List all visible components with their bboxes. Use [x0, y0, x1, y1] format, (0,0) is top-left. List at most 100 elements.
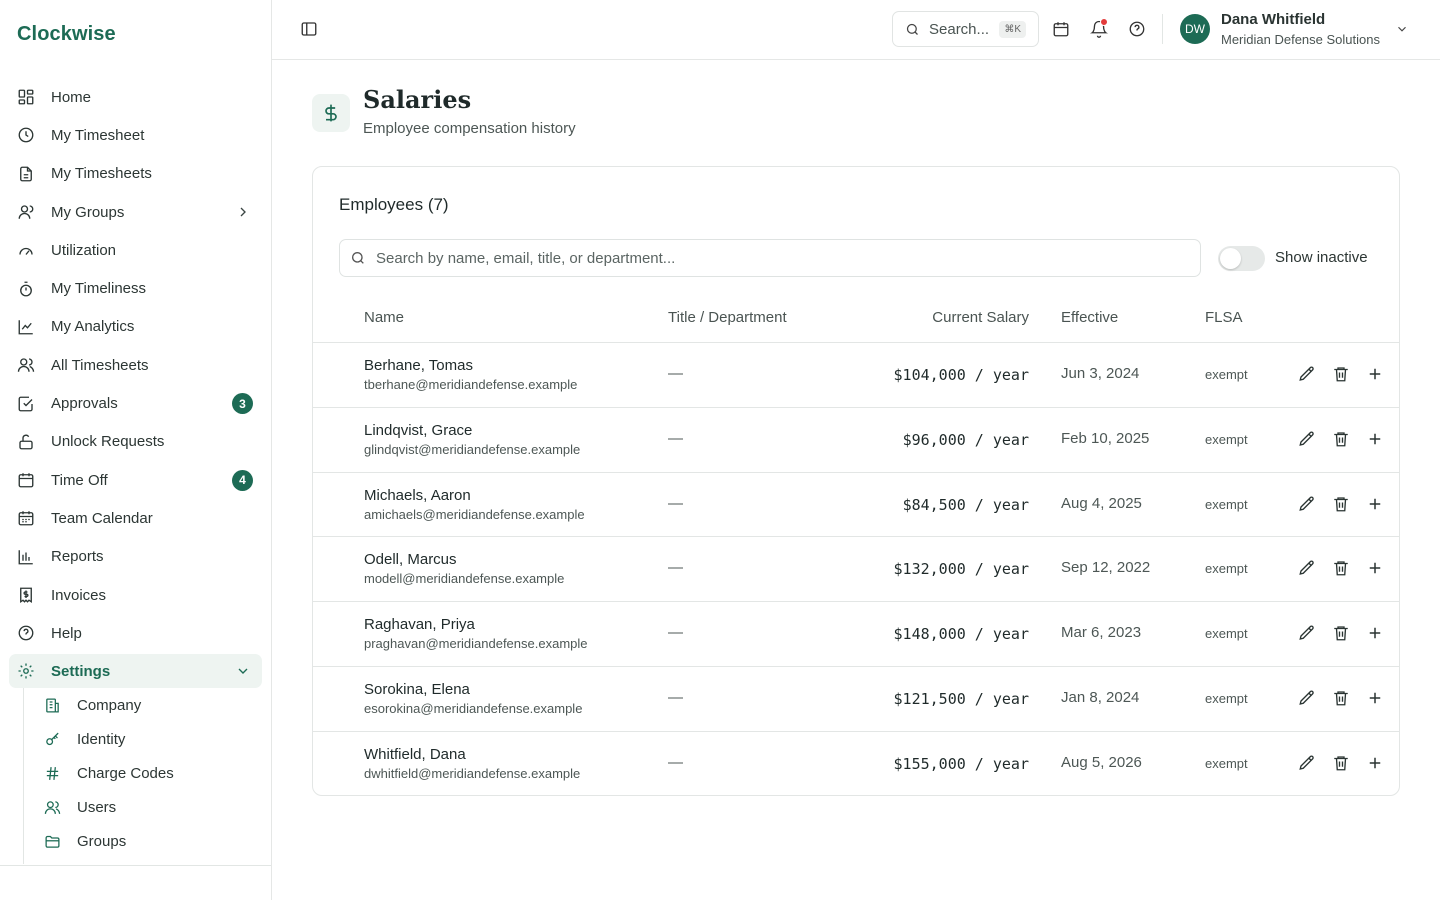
- sidebar-item-home[interactable]: Home: [0, 78, 271, 116]
- trash-icon[interactable]: [1332, 430, 1350, 448]
- sidebar-subitem-identity[interactable]: Identity: [24, 722, 272, 756]
- sidebar-item-my-timeliness[interactable]: My Timeliness: [0, 269, 271, 307]
- plus-icon[interactable]: [1366, 430, 1384, 448]
- stopwatch-icon: [20, 281, 32, 297]
- trash-icon[interactable]: [1332, 754, 1350, 772]
- sidebar-item-my-analytics[interactable]: My Analytics: [0, 308, 271, 346]
- employee-cell: Whitfield, Dana dwhitfield@meridiandefens…: [364, 746, 580, 781]
- employee-search-input[interactable]: [376, 249, 1176, 267]
- employee-flsa: exempt: [1205, 626, 1248, 642]
- global-search[interactable]: Search... ⌘K: [892, 11, 1039, 47]
- gauge-icon: [19, 248, 33, 256]
- employee-cell: Odell, Marcus modell@meridiandefense.exam…: [364, 551, 564, 586]
- user-icon: [18, 205, 34, 219]
- table-row[interactable]: Whitfield, Dana dwhitfield@meridiandefens…: [313, 732, 1399, 795]
- table-row[interactable]: Raghavan, Priya praghavan@meridiandefense…: [313, 602, 1399, 667]
- sidebar-item-invoices[interactable]: Invoices: [0, 576, 271, 614]
- app-logo[interactable]: Clockwise: [17, 23, 116, 46]
- table-row[interactable]: Lindqvist, Grace glindqvist@meridiandefen…: [313, 408, 1399, 473]
- sidebar-item-label: Utilization: [51, 241, 117, 259]
- sidebar-item-approvals[interactable]: Approvals 3: [0, 384, 271, 422]
- chevron-right-icon[interactable]: [235, 204, 251, 220]
- column-header-effective[interactable]: Effective: [1061, 309, 1118, 326]
- sidebar-item-settings[interactable]: Settings: [9, 654, 262, 689]
- edit-icon[interactable]: [1298, 754, 1316, 772]
- sidebar-subitem-groups[interactable]: Groups: [24, 824, 272, 858]
- edit-icon[interactable]: [1298, 365, 1316, 383]
- bar-chart-icon: [18, 549, 33, 565]
- employee-salary: $132,000 / year: [893, 560, 1029, 579]
- gear-icon: [18, 663, 34, 679]
- sidebar-item-label: Invoices: [51, 586, 107, 604]
- sidebar-item-my-timesheets[interactable]: My Timesheets: [0, 155, 271, 193]
- edit-icon[interactable]: [1298, 689, 1316, 707]
- sidebar-item-all-timesheets[interactable]: All Timesheets: [0, 346, 271, 384]
- time-off-count-badge: 4: [232, 469, 253, 491]
- employee-search[interactable]: [339, 239, 1201, 277]
- sidebar-item-time-off[interactable]: Time Off 4: [0, 461, 271, 499]
- calendar-icon[interactable]: [1052, 20, 1070, 38]
- sidebar-item-label: Time Off: [51, 471, 108, 489]
- trash-icon[interactable]: [1332, 495, 1350, 513]
- search-shortcut-hint: ⌘K: [999, 21, 1026, 38]
- employee-name[interactable]: Whitfield, Dana: [364, 746, 580, 763]
- edit-icon[interactable]: [1298, 559, 1316, 577]
- chevron-down-icon[interactable]: [235, 663, 251, 679]
- unlock-icon: [19, 434, 33, 450]
- sidebar-subitem-charge-codes[interactable]: Charge Codes: [24, 756, 272, 790]
- plus-icon[interactable]: [1366, 559, 1384, 577]
- sidebar-toggle-icon[interactable]: [300, 20, 318, 38]
- trash-icon[interactable]: [1332, 624, 1350, 642]
- show-inactive-toggle[interactable]: [1218, 246, 1265, 271]
- employee-flsa: exempt: [1205, 367, 1248, 382]
- employee-name[interactable]: Lindqvist, Grace: [364, 422, 580, 439]
- help-icon[interactable]: [1128, 20, 1146, 38]
- chevron-down-icon[interactable]: [1395, 22, 1409, 36]
- column-header-salary[interactable]: Current Salary: [932, 309, 1029, 326]
- sidebar-item-utilization[interactable]: Utilization: [0, 231, 271, 269]
- trash-icon[interactable]: [1332, 365, 1350, 383]
- sidebar-subitem-users[interactable]: Users: [24, 790, 272, 824]
- employee-title: —: [668, 753, 683, 771]
- trash-icon[interactable]: [1332, 559, 1350, 577]
- plus-icon[interactable]: [1366, 624, 1384, 642]
- edit-icon[interactable]: [1298, 624, 1316, 642]
- table-row[interactable]: Sorokina, Elena esorokina@meridiandefense…: [313, 667, 1399, 732]
- table-row[interactable]: Odell, Marcus modell@meridiandefense.exam…: [313, 537, 1399, 603]
- sidebar-item-my-timesheet[interactable]: My Timesheet: [0, 116, 271, 154]
- sidebar-item-label: Reports: [51, 548, 104, 566]
- employee-name[interactable]: Odell, Marcus: [364, 551, 564, 568]
- employee-email: tberhane@meridiandefense.example: [364, 377, 578, 392]
- table-row[interactable]: Berhane, Tomas tberhane@meridiandefense.e…: [313, 343, 1399, 408]
- sidebar-item-help[interactable]: Help: [0, 614, 271, 652]
- receipt-icon: [20, 587, 32, 604]
- employee-email: glindqvist@meridiandefense.example: [364, 441, 581, 457]
- edit-icon[interactable]: [1298, 495, 1316, 513]
- user-name[interactable]: Dana Whitfield: [1221, 11, 1325, 28]
- sidebar-subitem-company[interactable]: Company: [24, 688, 272, 722]
- employee-effective-date: Sep 12, 2022: [1061, 559, 1151, 577]
- plus-icon[interactable]: [1366, 689, 1384, 707]
- employee-name[interactable]: Sorokina, Elena: [364, 681, 582, 698]
- sidebar-subitem-label: Company: [77, 696, 142, 714]
- sidebar-item-my-groups[interactable]: My Groups: [0, 193, 271, 231]
- trash-icon[interactable]: [1332, 689, 1350, 707]
- sidebar-item-reports[interactable]: Reports: [0, 538, 271, 576]
- user-organization: Meridian Defense Solutions: [1221, 32, 1380, 47]
- table-row[interactable]: Michaels, Aaron amichaels@meridiandefense…: [313, 473, 1399, 538]
- employee-name[interactable]: Berhane, Tomas: [364, 357, 577, 374]
- avatar[interactable]: DW: [1180, 14, 1210, 44]
- plus-icon[interactable]: [1366, 365, 1384, 383]
- employees-card: Employees (7) Show inactive Name Title /…: [312, 166, 1400, 796]
- employee-name[interactable]: Michaels, Aaron: [364, 487, 585, 504]
- sidebar-item-team-calendar[interactable]: Team Calendar: [0, 499, 271, 537]
- sidebar-item-label: My Timeliness: [51, 280, 147, 298]
- plus-icon[interactable]: [1366, 754, 1384, 772]
- employee-name[interactable]: Raghavan, Priya: [364, 616, 588, 633]
- column-header-title[interactable]: Title / Department: [668, 309, 787, 326]
- column-header-name[interactable]: Name: [364, 309, 404, 326]
- plus-icon[interactable]: [1366, 495, 1384, 513]
- edit-icon[interactable]: [1298, 430, 1316, 448]
- column-header-flsa[interactable]: FLSA: [1205, 309, 1243, 326]
- sidebar-item-unlock-requests[interactable]: Unlock Requests: [0, 423, 271, 461]
